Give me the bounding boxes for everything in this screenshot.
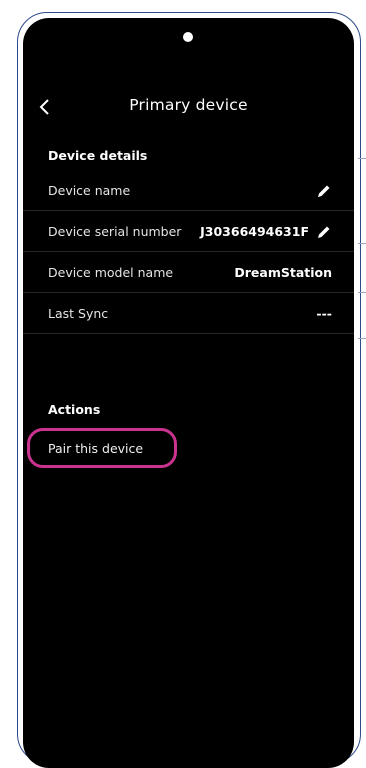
actions-heading: Actions — [48, 402, 101, 417]
pair-this-device-button[interactable]: Pair this device — [27, 428, 177, 468]
page-title: Primary device — [129, 96, 248, 114]
edit-device-name-pencil-icon[interactable] — [316, 183, 332, 199]
model-name-row: Device model name DreamStation — [23, 253, 354, 293]
side-marker — [358, 243, 366, 244]
device-name-label: Device name — [48, 183, 131, 198]
last-sync-value: --- — [316, 306, 332, 321]
top-bar: Primary device — [23, 96, 354, 132]
model-name-value: DreamStation — [234, 265, 332, 280]
last-sync-label: Last Sync — [48, 306, 109, 321]
edit-serial-pencil-icon[interactable] — [316, 224, 332, 240]
phone-frame: Primary device Device details Device nam… — [17, 12, 361, 768]
device-name-row[interactable]: Device name — [23, 171, 354, 211]
side-marker — [358, 292, 366, 293]
side-marker — [358, 158, 366, 159]
side-marker — [358, 338, 366, 339]
serial-number-value: J30366494631F — [200, 224, 309, 239]
pair-this-device-label: Pair this device — [48, 440, 144, 456]
device-details-heading: Device details — [48, 148, 148, 163]
serial-number-row[interactable]: Device serial number J30366494631F — [23, 212, 354, 252]
camera-dot — [183, 32, 193, 42]
app-screen: Primary device Device details Device nam… — [23, 18, 354, 768]
serial-number-label: Device serial number — [48, 224, 182, 239]
last-sync-row: Last Sync --- — [23, 294, 354, 334]
model-name-label: Device model name — [48, 265, 174, 280]
